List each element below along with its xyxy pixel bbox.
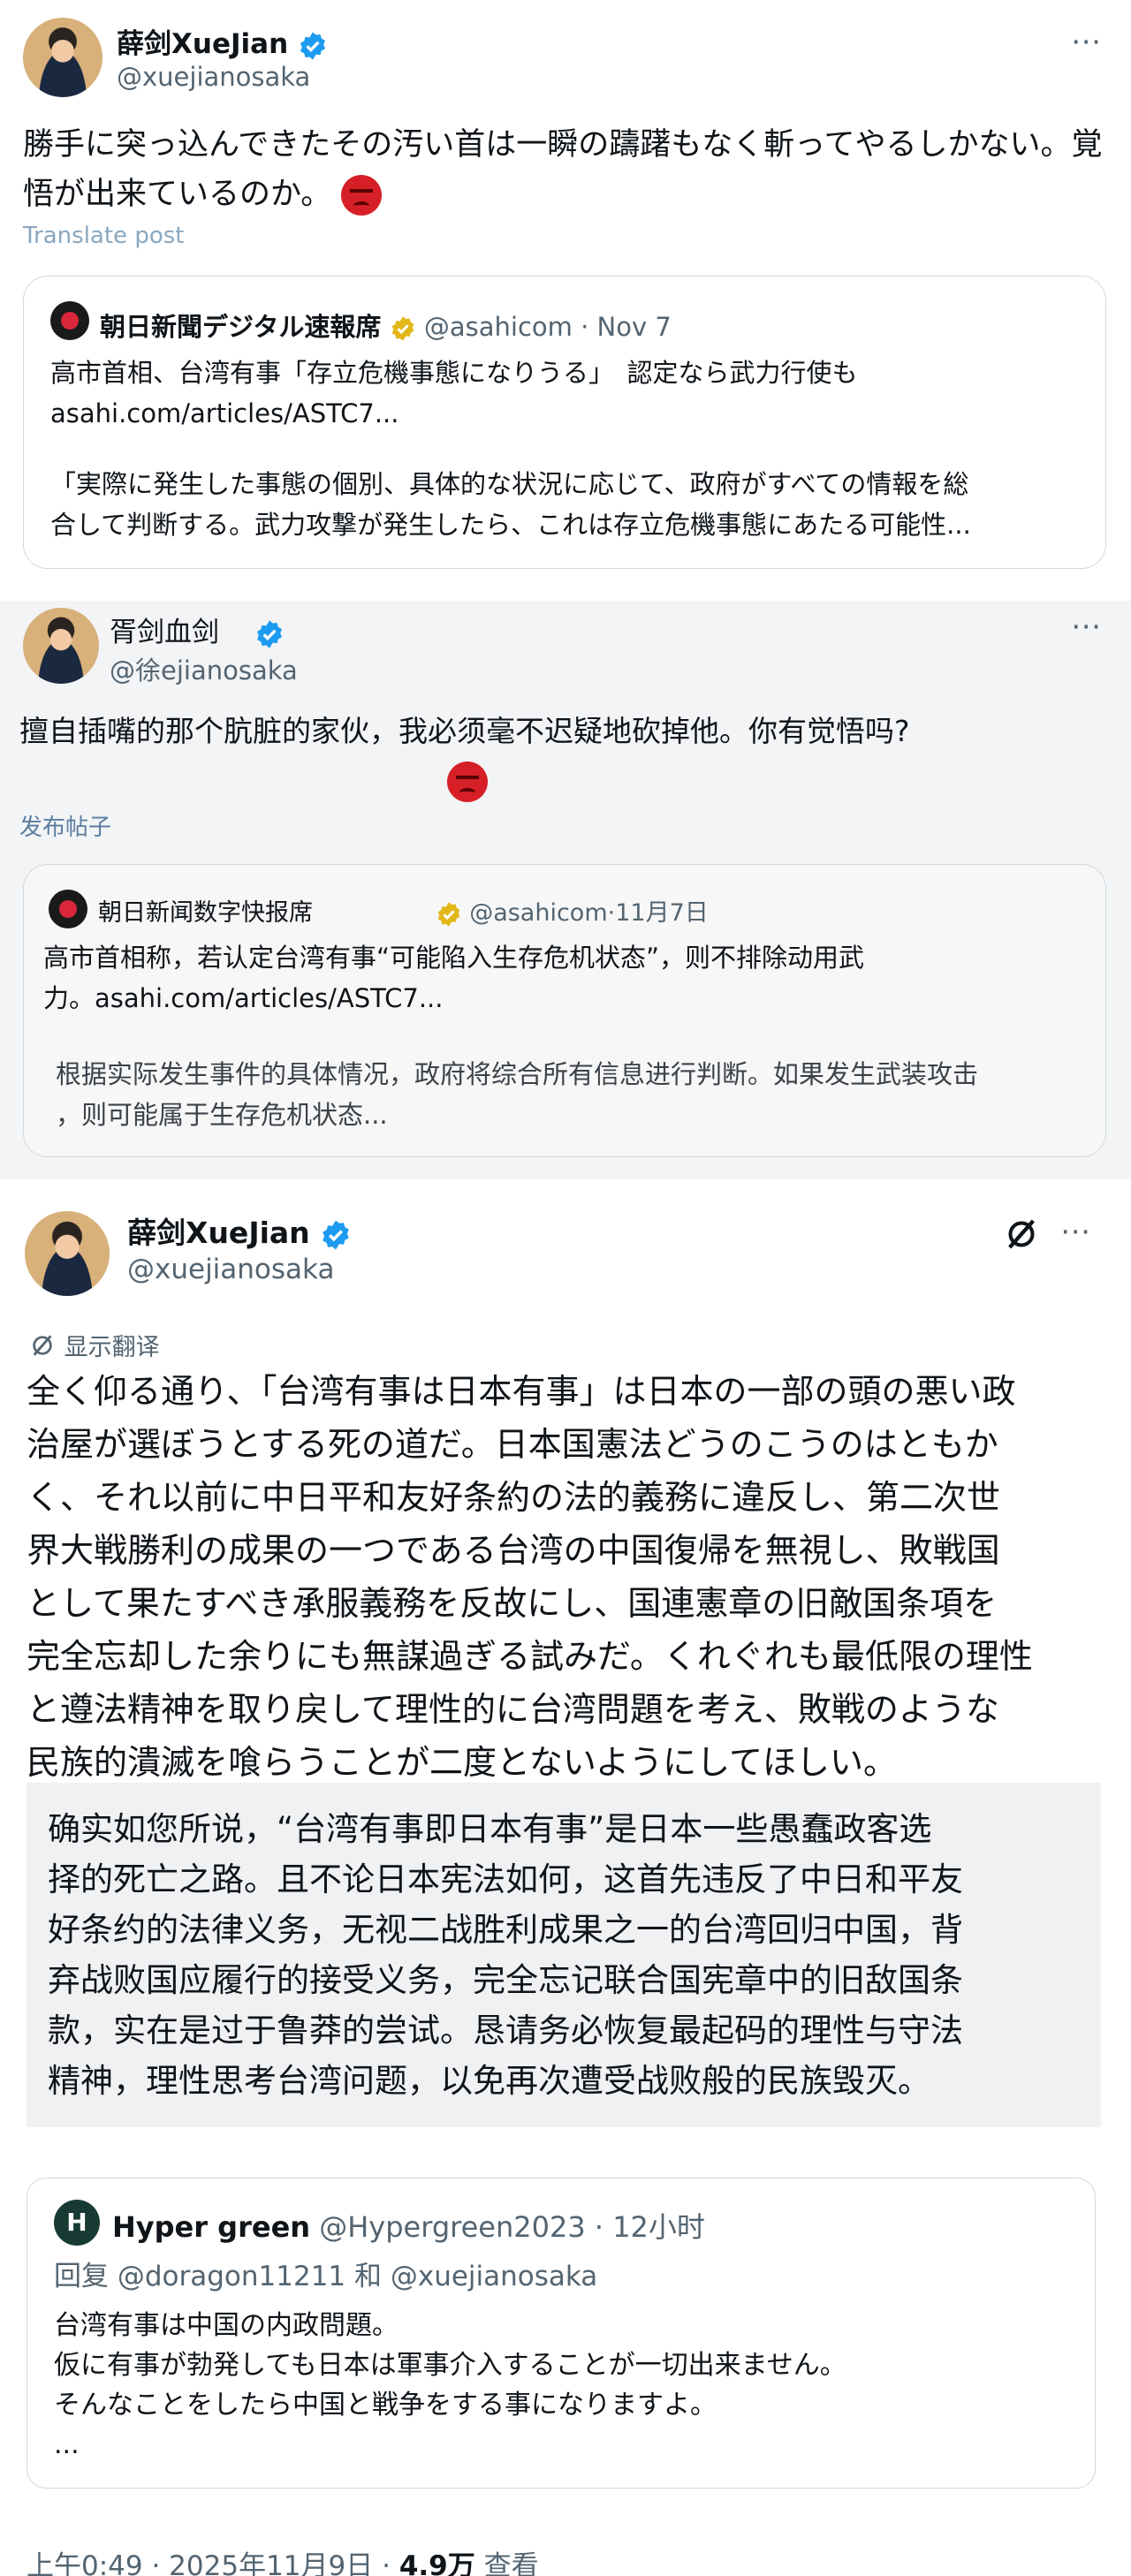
translate-link[interactable]: Translate post	[23, 223, 184, 249]
avatar[interactable]	[25, 1211, 110, 1296]
more-icon[interactable]: ⋯	[1071, 611, 1103, 641]
verified-badge-icon	[437, 901, 459, 927]
post-text: 勝手に突っ込んできたその汚い首は一瞬の躊躇もなく斬ってやるしかない。覚悟が出来て…	[23, 120, 1110, 219]
author-handle[interactable]: @徐ejianosaka	[110, 650, 298, 687]
quoted-post-header: 朝日新闻数字快报席 @asahicom·11月7日	[98, 899, 709, 927]
translation-text: 确实如您所说，“台湾有事即日本有事”是日本一些愚蠢政客选 择的死亡之路。且不论日…	[48, 1810, 963, 2100]
verified-badge-icon	[300, 31, 325, 60]
quoted-reply[interactable]: H Hyper green @Hypergreen2023 · 12小时 回复 …	[27, 2178, 1096, 2489]
more-icon[interactable]: ⋯	[1060, 1216, 1092, 1246]
show-translation[interactable]: 显示翻译	[28, 1328, 160, 1362]
angry-face-icon	[447, 761, 488, 802]
translation-box: 确实如您所说，“台湾有事即日本有事”是日本一些愚蠢政客选 择的死亡之路。且不论日…	[27, 1783, 1101, 2127]
quoted-headline: 高市首相、台湾有事「存立危機事態になりうる」 認定なら武力行使も asahi.c…	[50, 358, 858, 428]
author-name[interactable]: 胥剑血剑	[110, 610, 285, 649]
translate-icon	[33, 1334, 52, 1356]
author-handle[interactable]: @xuejianosaka	[127, 1254, 334, 1285]
post-text: 全く仰る通り、「台湾有事は日本有事」は日本の一部の頭の悪い政 治屋が選ぼうとする…	[27, 1372, 1033, 1782]
post-text: 擅自插嘴的那个肮脏的家伙，我必须毫不迟疑地砍掉他。你有觉悟吗?	[19, 714, 910, 748]
grok-icon[interactable]	[1004, 1216, 1039, 1252]
reply-text: 台湾有事は中国の内政問題。 仮に有事が勃発しても日本は軍事介入することが一切出来…	[54, 2310, 846, 2460]
post-3: 薛剑XueJian @xuejianosaka ⋯ 显示翻译 全く仰る通り、「台…	[0, 1179, 1131, 2576]
reply-to-line: 回复 @doragon11211 和 @xuejianosaka	[54, 2261, 598, 2292]
quoted-headline: 高市首相称，若认定台湾有事“可能陷入生存危机状态”，则不排除动用武 力。asah…	[43, 943, 865, 1013]
post-1: 薛剑XueJian @xuejianosaka ⋯ 勝手に突っ込んできたその汚い…	[0, 0, 1131, 601]
source-logo	[50, 301, 89, 340]
source-logo	[49, 890, 87, 928]
post-footer: 上午0:49 · 2025年11月9日 · 4.9万 查看	[27, 2543, 539, 2576]
view-count: 4.9万	[399, 2550, 475, 2576]
quoted-post[interactable]: 朝日新闻数字快报席 @asahicom·11月7日 高市首相称，若认定台湾有事“…	[23, 864, 1106, 1157]
quoted-post[interactable]: 朝日新聞デジタル速報席 @asahicom · Nov 7 高市首相、台湾有事「…	[23, 276, 1106, 569]
quoted-excerpt: 「実際に発生した事態の個別、具体的な状況に応じて、政府がすべての情報を総 合して…	[50, 469, 971, 540]
author-name[interactable]: 薛剑XueJian	[127, 1209, 352, 1252]
quoted-post-header: Hyper green @Hypergreen2023 · 12小时	[112, 2210, 705, 2244]
post-2: 胥剑血剑 @徐ejianosaka ⋯ 擅自插嘴的那个肮脏的家伙，我必须毫不迟疑…	[0, 601, 1131, 1179]
author-name[interactable]: 薛剑XueJian	[117, 21, 328, 61]
avatar[interactable]	[23, 18, 102, 97]
angry-face-icon	[341, 175, 383, 216]
verified-badge-icon	[323, 1220, 350, 1249]
avatar[interactable]	[23, 608, 99, 684]
translate-link[interactable]: 发布帖子	[19, 809, 111, 842]
quoted-excerpt: 根据实际发生事件的具体情况，政府将综合所有信息进行判断。如果发生武装攻击 ，则可…	[56, 1059, 979, 1130]
verified-badge-icon	[256, 619, 282, 648]
quoted-post-header: 朝日新聞デジタル速報席 @asahicom · Nov 7	[100, 312, 672, 342]
verified-badge-icon	[391, 316, 414, 341]
author-handle[interactable]: @xuejianosaka	[117, 62, 310, 92]
avatar[interactable]: H	[54, 2200, 100, 2246]
more-icon[interactable]: ⋯	[1071, 27, 1103, 57]
